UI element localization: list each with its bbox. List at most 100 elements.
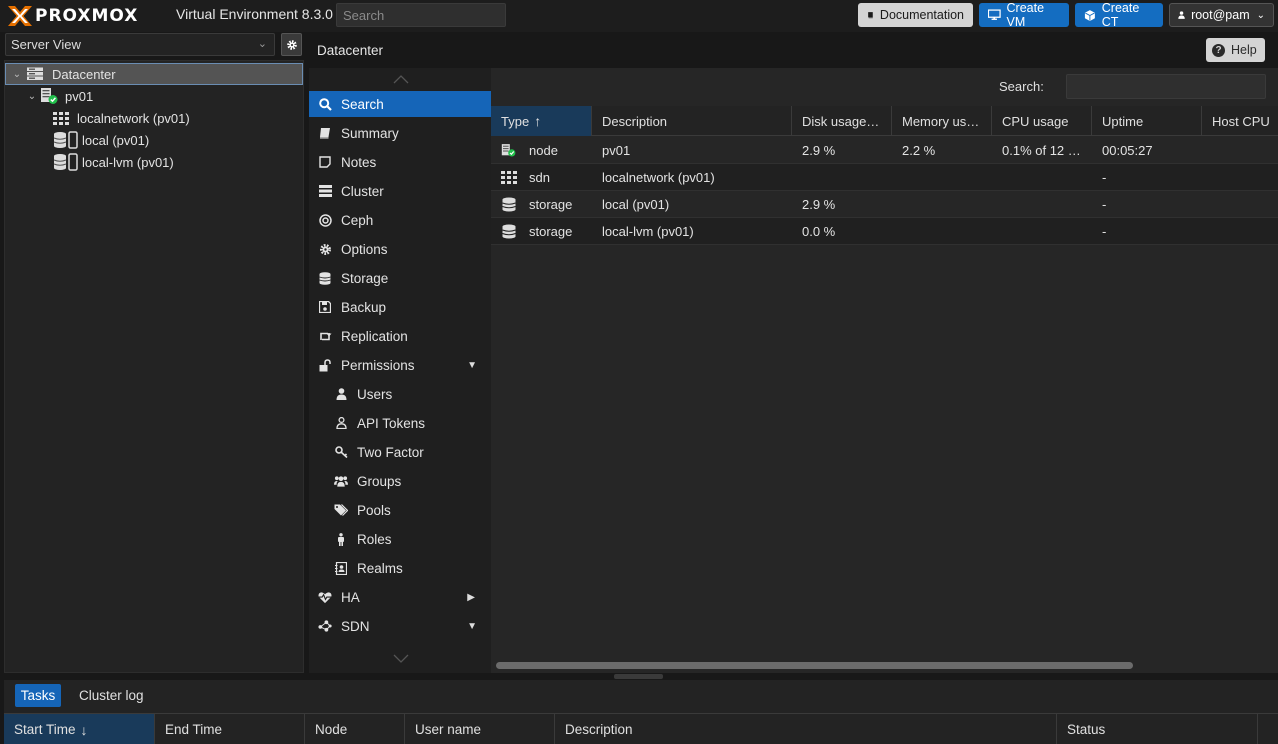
tab-tasks[interactable]: Tasks (15, 684, 61, 707)
tree-item-local-lvm[interactable]: local-lvm (pv01) (5, 151, 303, 173)
tab-cluster-log[interactable]: Cluster log (79, 688, 144, 703)
gear-icon (286, 39, 297, 50)
resource-search-input[interactable] (1066, 74, 1266, 99)
tags-icon (334, 503, 348, 517)
help-button[interactable]: ? Help (1206, 38, 1265, 62)
nav-label: Backup (341, 299, 387, 315)
memory-cell: 2.2 % (902, 143, 936, 158)
disk-cell: 2.9 % (802, 197, 836, 212)
nav-label: Ceph (341, 212, 374, 228)
host-cpu-cell (1202, 137, 1278, 164)
sdn-grid-icon (501, 170, 517, 186)
product-version: Virtual Environment 8.3.0 (176, 6, 333, 22)
caret-right-icon[interactable]: ▶ (467, 592, 475, 603)
scroll-down-icon[interactable] (393, 654, 409, 664)
column-header-description[interactable]: Description (555, 714, 1057, 744)
book-icon (318, 126, 332, 140)
nav-groups[interactable]: Groups (309, 468, 491, 494)
tree-item-datacenter[interactable]: ⌄ Datacenter (5, 63, 303, 85)
create-ct-button[interactable]: Create CT (1075, 1, 1163, 29)
column-header-description[interactable]: Description (592, 106, 792, 136)
column-header-cpu-usage[interactable]: CPU usage (992, 106, 1092, 136)
column-header-host-cpu[interactable]: Host CPU (1202, 106, 1278, 136)
column-header-type[interactable]: Type ↑ (491, 106, 592, 136)
global-search-input[interactable] (336, 3, 506, 27)
nav-permissions[interactable]: Permissions ▼ (309, 352, 491, 378)
nav-roles[interactable]: Roles (309, 526, 491, 552)
nav-summary[interactable]: Summary (309, 120, 491, 146)
server-icon (318, 184, 332, 198)
datacenter-nav: Search Summary Notes Cluster Ceph Option… (309, 68, 491, 673)
nav-label: Permissions (341, 357, 415, 373)
nav-api-tokens[interactable]: API Tokens (309, 410, 491, 436)
user-menu-button[interactable]: root@pam ⌄ (1169, 3, 1274, 27)
nav-storage[interactable]: Storage (309, 265, 491, 291)
documentation-label: Documentation (879, 8, 964, 22)
nav-pools[interactable]: Pools (309, 497, 491, 523)
retweet-icon (318, 329, 332, 343)
table-row[interactable]: storage local (pv01) 2.9 % - (491, 191, 1278, 218)
nav-replication[interactable]: Replication (309, 323, 491, 349)
view-selector[interactable]: Server View ⌄ (5, 33, 275, 56)
column-header-label: Host CPU (1212, 113, 1270, 129)
column-header-label: End Time (165, 722, 223, 737)
splitter-collapse-handle[interactable] (614, 674, 663, 679)
horizontal-scrollbar[interactable] (496, 662, 1133, 669)
column-header-end-time[interactable]: End Time (155, 714, 305, 744)
column-header-label: Type (501, 113, 530, 129)
nav-ha[interactable]: HA ▶ (309, 584, 491, 610)
address-book-icon (334, 561, 348, 575)
documentation-button[interactable]: Documentation (858, 3, 973, 27)
column-header-user-name[interactable]: User name (405, 714, 555, 744)
cpu-cell (992, 191, 1092, 218)
database-icon (318, 271, 332, 285)
nav-notes[interactable]: Notes (309, 149, 491, 175)
create-vm-label: Create VM (1006, 1, 1045, 29)
table-row[interactable]: sdn localnetwork (pv01) - (491, 164, 1278, 191)
type-cell: sdn (529, 170, 550, 185)
scroll-up-icon[interactable] (393, 74, 409, 84)
view-settings-button[interactable] (281, 33, 302, 56)
nav-backup[interactable]: Backup (309, 294, 491, 320)
nav-sdn[interactable]: SDN ▼ (309, 613, 491, 639)
cpu-cell (992, 164, 1092, 191)
column-header-status[interactable]: Status (1057, 714, 1258, 744)
column-header-memory-usage[interactable]: Memory us… (892, 106, 992, 136)
tree-item-label: local-lvm (pv01) (82, 154, 174, 170)
host-cpu-cell (1202, 191, 1278, 218)
nav-search[interactable]: Search (309, 91, 491, 117)
tree-item-local[interactable]: local (pv01) (5, 129, 303, 151)
column-header-disk-usage[interactable]: Disk usage… (792, 106, 892, 136)
sort-asc-icon: ↑ (534, 113, 542, 129)
tree-item-label: Datacenter (52, 66, 116, 82)
column-header-start-time[interactable]: Start Time ↓ (4, 714, 155, 744)
cpu-cell: 0.1% of 12 … (1002, 143, 1081, 158)
node-online-icon (41, 88, 58, 104)
proxmox-logo[interactable]: PROXMOX (6, 4, 138, 28)
create-vm-button[interactable]: Create VM (979, 1, 1069, 29)
table-row[interactable]: storage local-lvm (pv01) 0.0 % - (491, 218, 1278, 245)
tree-item-localnetwork[interactable]: localnetwork (pv01) (5, 107, 303, 129)
search-icon (318, 97, 332, 111)
nav-users[interactable]: Users (309, 381, 491, 407)
column-header-uptime[interactable]: Uptime (1092, 106, 1202, 136)
nav-label: Options (341, 241, 388, 257)
column-header-node[interactable]: Node (305, 714, 405, 744)
caret-down-icon[interactable]: ▼ (467, 621, 477, 632)
tree-item-pv01[interactable]: ⌄ pv01 (5, 85, 303, 107)
nav-two-factor[interactable]: Two Factor (309, 439, 491, 465)
nav-cluster[interactable]: Cluster (309, 178, 491, 204)
help-label: Help (1231, 43, 1257, 57)
node-online-icon (501, 143, 517, 159)
sdn-grid-icon (53, 111, 69, 125)
database-icon (501, 224, 517, 240)
nav-label: Replication (341, 328, 408, 344)
nav-realms[interactable]: Realms (309, 555, 491, 581)
nav-options[interactable]: Options (309, 236, 491, 262)
uptime-cell: - (1102, 170, 1107, 185)
cube-icon (1084, 9, 1095, 21)
column-header-label: Description (565, 722, 633, 737)
caret-down-icon[interactable]: ▼ (467, 360, 477, 371)
table-row[interactable]: node pv01 2.9 % 2.2 % 0.1% of 12 … 00:05… (491, 137, 1278, 164)
nav-ceph[interactable]: Ceph (309, 207, 491, 233)
